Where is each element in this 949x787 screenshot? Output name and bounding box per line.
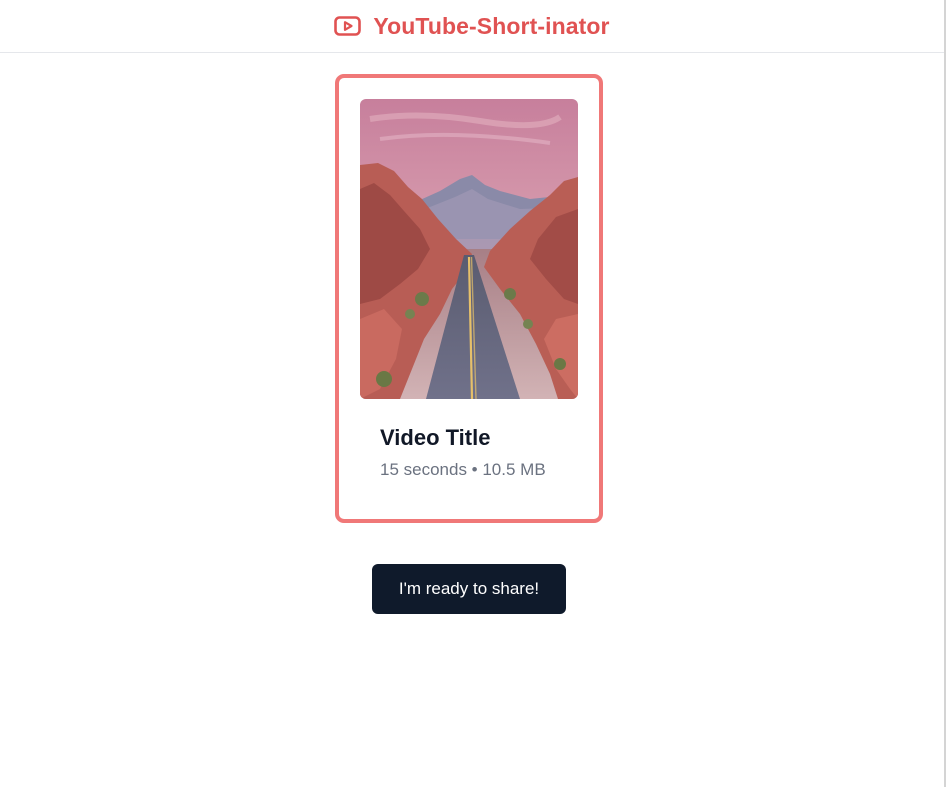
app-title: YouTube-Short-inator bbox=[373, 12, 610, 39]
share-button[interactable]: I'm ready to share! bbox=[372, 564, 566, 614]
app-header: YouTube-Short-inator bbox=[0, 0, 944, 53]
video-title: Video Title bbox=[380, 425, 491, 450]
video-thumbnail[interactable] bbox=[360, 99, 578, 399]
youtube-play-icon bbox=[334, 16, 362, 36]
desert-road-canyon-image bbox=[360, 99, 578, 399]
video-card[interactable]: Video Title 15 seconds • 10.5 MB bbox=[335, 74, 603, 523]
app-page: YouTube-Short-inator Video Title 15 seco… bbox=[0, 0, 946, 787]
video-meta: 15 seconds • 10.5 MB bbox=[380, 460, 546, 479]
